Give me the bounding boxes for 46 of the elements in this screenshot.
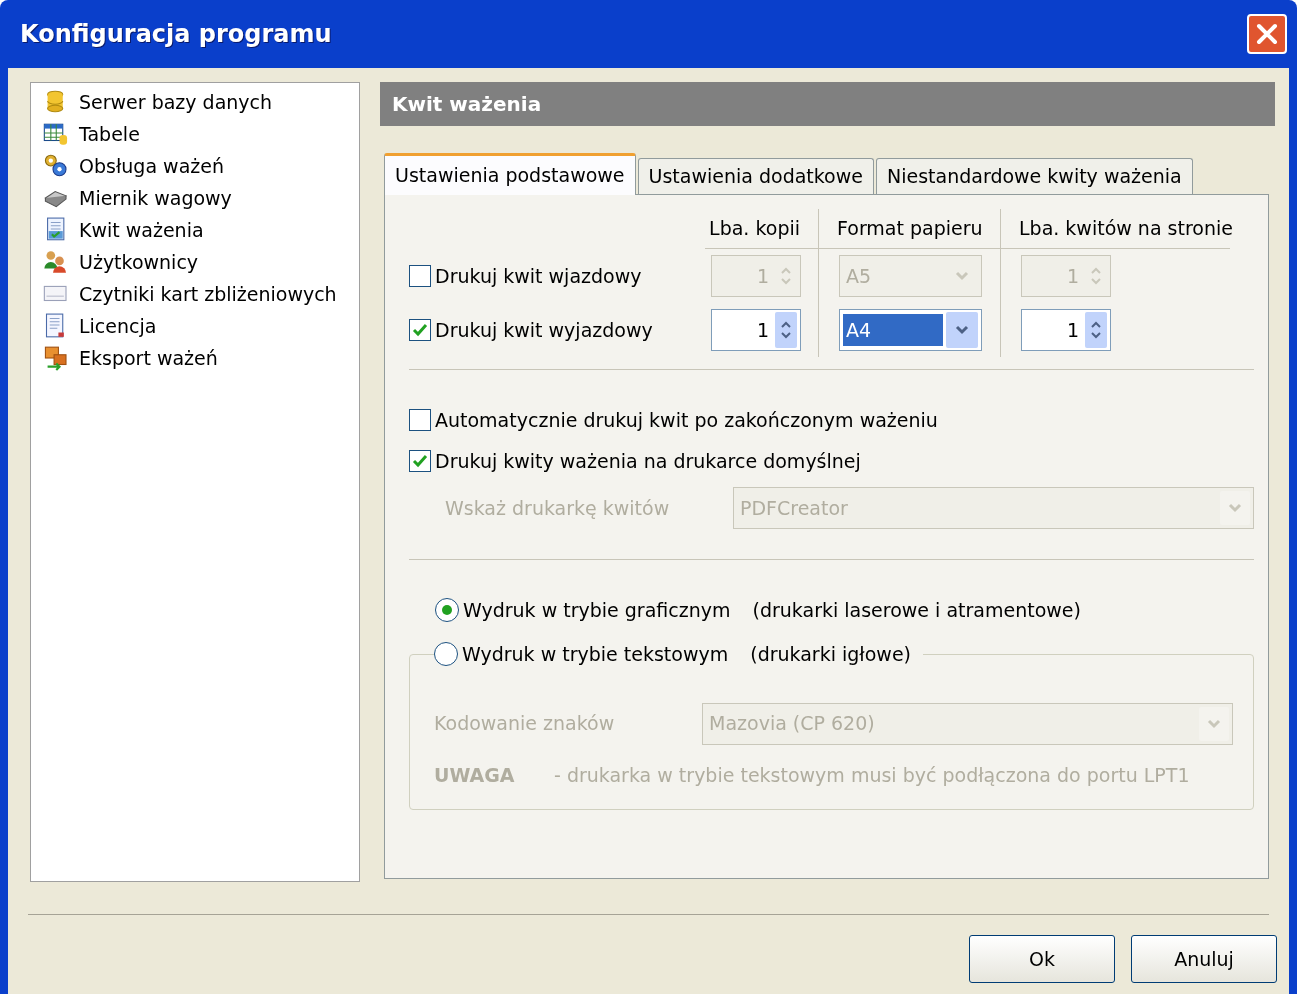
field-label: Kodowanie znaków: [434, 711, 616, 737]
chevron-down-icon: [1227, 502, 1243, 514]
radio-button[interactable]: [435, 598, 459, 622]
panel-title: Kwit ważenia: [392, 91, 542, 118]
sidebar-item[interactable]: Serwer bazy danych: [37, 86, 279, 118]
sidebar-item[interactable]: Tabele: [37, 118, 146, 150]
column-header: Lba. kwitów na stronie: [1019, 216, 1233, 242]
sidebar-item[interactable]: Eksport ważeń: [37, 342, 224, 374]
radio-label: Wydruk w trybie graficznym: [463, 597, 731, 623]
sidebar-item[interactable]: Licencja: [37, 310, 163, 342]
checkbox-label: Automatycznie drukuj kwit po zakończonym ważeniu: [435, 408, 938, 433]
sidebar-item[interactable]: Użytkownicy: [37, 246, 205, 278]
chevron-down-icon: [954, 270, 970, 282]
dialog-button[interactable]: Ok: [969, 935, 1115, 983]
close-icon: [1256, 23, 1278, 45]
radio-note: (drukarki igłowe): [750, 642, 911, 667]
chevron-down-icon: [1206, 717, 1222, 730]
column-header: Format papieru: [837, 216, 983, 242]
sidebar-item[interactable]: Miernik wagowy: [37, 182, 238, 214]
window-title: Konfiguracja programu: [20, 19, 332, 50]
tab[interactable]: Ustawienia podstawowe: [384, 153, 636, 195]
dialog-button[interactable]: Anuluj: [1131, 935, 1277, 983]
paper-dropdown[interactable]: A4: [839, 309, 982, 351]
sidebar-item[interactable]: Obsługa ważeń: [37, 150, 230, 182]
tab[interactable]: Ustawienia dodatkowe: [637, 158, 874, 194]
radio-note: (drukarki laserowe i atramentowe): [752, 597, 1081, 623]
radio-label: Wydruk w trybie tekstowym: [462, 642, 729, 667]
sidebar-item[interactable]: Czytniki kart zbliżeniowych: [37, 278, 343, 310]
warning-label: UWAGA: [434, 762, 516, 788]
field-label: Wskaż drukarkę kwitów: [445, 495, 671, 521]
checkbox[interactable]: [409, 409, 431, 432]
sidebar-item[interactable]: Kwit ważenia: [37, 214, 210, 246]
checkbox[interactable]: [409, 265, 431, 287]
number-spinner[interactable]: 1: [711, 309, 801, 351]
tab[interactable]: Niestandardowe kwity ważenia: [876, 158, 1193, 194]
warning-text: - drukarka w trybie tekstowym musi być podłączona do portu LPT1: [554, 762, 1190, 788]
close-button[interactable]: [1247, 14, 1287, 54]
chevron-down-icon: [954, 324, 970, 336]
checkbox-label: Drukuj kwity ważenia na drukarce domyślnej: [435, 448, 861, 474]
checkbox[interactable]: [409, 449, 431, 472]
column-header: Lba. kopii: [709, 216, 800, 242]
checkbox[interactable]: [409, 319, 431, 341]
radio-button[interactable]: [434, 642, 458, 667]
number-spinner[interactable]: 1: [1021, 309, 1111, 351]
checkbox-label: Drukuj kwit wjazdowy: [435, 263, 642, 289]
checkbox-label: Drukuj kwit wyjazdowy: [435, 317, 653, 343]
